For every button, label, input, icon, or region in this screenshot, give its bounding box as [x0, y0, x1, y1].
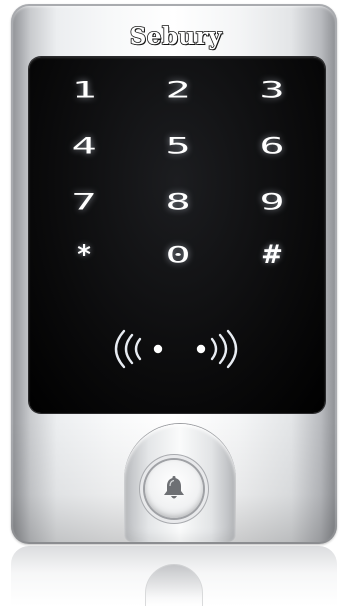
bell-icon: [161, 475, 187, 503]
rfid-reader-area[interactable]: [100, 323, 252, 375]
brand-logo: Sebury: [114, 22, 238, 50]
key-label: 5: [165, 133, 191, 159]
key-label: 2: [165, 77, 191, 103]
key-label: 9: [259, 189, 285, 215]
brand-name: Sebury: [129, 22, 223, 50]
key-6[interactable]: 6: [244, 126, 300, 166]
key-0[interactable]: 0: [150, 235, 206, 275]
key-8[interactable]: 8: [150, 182, 206, 222]
key-9[interactable]: 9: [244, 182, 300, 222]
key-3[interactable]: 3: [244, 70, 300, 110]
key-5[interactable]: 5: [150, 126, 206, 166]
key-label: 0: [165, 242, 191, 268]
key-hash[interactable]: #: [244, 235, 300, 275]
key-1[interactable]: 1: [56, 70, 112, 110]
key-star[interactable]: *: [56, 235, 112, 275]
key-label: *: [77, 240, 91, 270]
key-label: 3: [259, 77, 285, 103]
key-label: #: [261, 240, 283, 270]
keypad-device-view: Sebury 1 2 3 4 5 6 7 8 9 * 0 #: [0, 0, 348, 606]
rfid-wave-icon: [114, 329, 238, 369]
key-label: 7: [71, 189, 97, 215]
key-label: 6: [259, 133, 285, 159]
key-label: 4: [71, 133, 97, 159]
key-label: 1: [71, 77, 97, 103]
key-2[interactable]: 2: [150, 70, 206, 110]
key-label: 8: [165, 189, 191, 215]
key-4[interactable]: 4: [56, 126, 112, 166]
key-7[interactable]: 7: [56, 182, 112, 222]
